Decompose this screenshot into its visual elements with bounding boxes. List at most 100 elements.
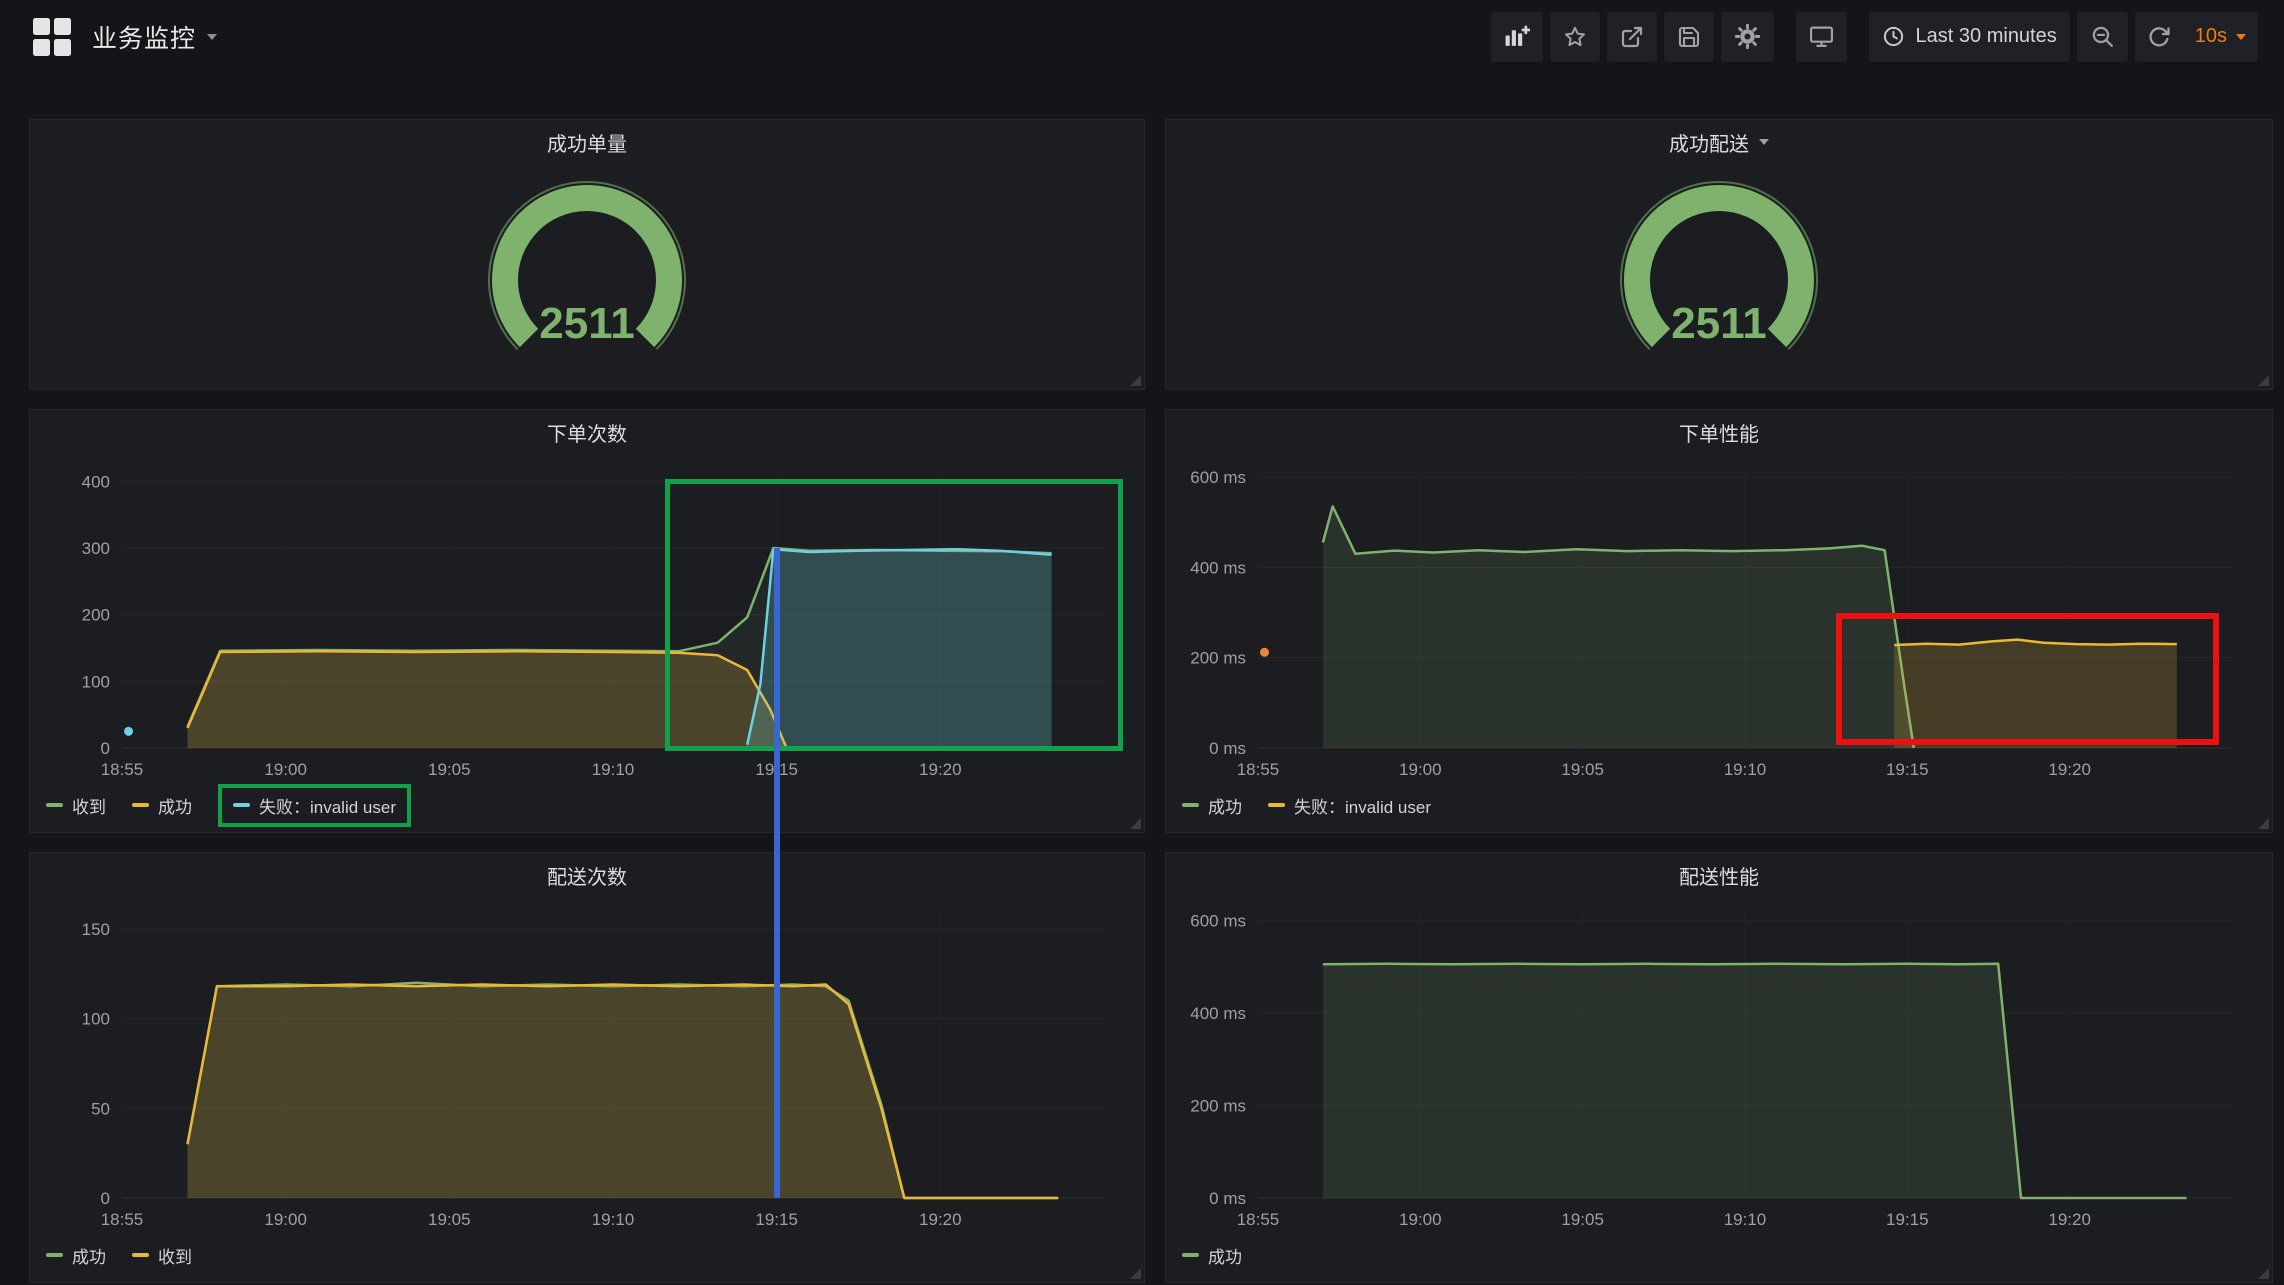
panel-resize-handle[interactable] (2258, 818, 2269, 829)
legend-label: 失败：invalid user (259, 793, 396, 818)
panel-resize-handle[interactable] (1130, 375, 1141, 386)
svg-text:19:15: 19:15 (755, 1210, 798, 1229)
svg-text:19:10: 19:10 (1724, 1210, 1767, 1229)
panel-orders-success-gauge: 成功单量 2511 (29, 119, 1145, 390)
svg-text:300: 300 (82, 539, 110, 558)
panel-resize-handle[interactable] (2258, 1268, 2269, 1279)
legend-item-annotated[interactable]: 失败：invalid user (218, 784, 411, 827)
svg-text:19:20: 19:20 (2048, 760, 2091, 779)
refresh-interval-dropdown[interactable]: 10s (2183, 12, 2258, 62)
share-button[interactable] (1607, 12, 1657, 62)
svg-text:400: 400 (82, 472, 110, 491)
delivery_success_gauge-gauge-canvas: 2511 (1584, 178, 1854, 368)
tv-mode-button[interactable] (1796, 12, 1847, 62)
orders_perf-chart-canvas[interactable]: 0 ms200 ms400 ms600 ms18:5519:0019:0519:… (1180, 454, 2258, 788)
chevron-down-icon (2236, 34, 2246, 40)
delivery-performance-chart[interactable]: 0 ms200 ms400 ms600 ms18:5519:0019:0519:… (1180, 897, 2258, 1238)
panel-orders-performance: 下单性能 0 ms200 ms400 ms600 ms18:5519:0019:… (1165, 409, 2273, 833)
legend-item[interactable]: 收到 (46, 793, 106, 818)
dashboard-title-dropdown[interactable]: 业务监控 (92, 19, 217, 55)
delivery_perf-chart-canvas[interactable]: 0 ms200 ms400 ms600 ms18:5519:0019:0519:… (1180, 897, 2258, 1238)
save-button[interactable] (1664, 12, 1714, 62)
clock-icon (1882, 25, 1905, 48)
grid-square (33, 39, 50, 56)
legend-swatch-icon (132, 803, 149, 807)
panel-resize-handle[interactable] (2258, 375, 2269, 386)
legend-item[interactable]: 成功 (132, 793, 192, 818)
top-navbar: 业务监控 (0, 0, 2284, 73)
refresh-button[interactable] (2135, 12, 2183, 62)
svg-text:19:10: 19:10 (1724, 760, 1767, 779)
panel-title: 配送次数 (547, 861, 627, 890)
svg-text:100: 100 (82, 1010, 110, 1029)
svg-text:19:15: 19:15 (755, 760, 798, 779)
apps-menu-button[interactable] (30, 15, 74, 59)
svg-text:200 ms: 200 ms (1190, 1096, 1246, 1115)
panel-resize-handle[interactable] (1130, 1268, 1141, 1279)
legend-item[interactable]: 成功 (1182, 793, 1242, 818)
legend-swatch-icon (46, 803, 63, 807)
svg-text:19:20: 19:20 (919, 760, 962, 779)
refresh-controls: 10s (2135, 12, 2258, 62)
legend-item[interactable]: 成功 (46, 1243, 106, 1268)
svg-text:150: 150 (82, 920, 110, 939)
star-icon (1563, 25, 1587, 49)
panel-header[interactable]: 配送次数 (30, 853, 1144, 897)
svg-text:19:05: 19:05 (428, 760, 471, 779)
legend-item[interactable]: 失败：invalid user (1268, 793, 1431, 818)
delivery-count-chart[interactable]: 05010015018:5519:0019:0519:1019:1519:20 (44, 897, 1130, 1238)
panel-title: 下单性能 (1679, 418, 1759, 447)
star-button[interactable] (1550, 12, 1600, 62)
panel-header[interactable]: 成功配送 (1166, 120, 2272, 164)
panel-title: 成功单量 (547, 128, 627, 157)
svg-text:19:00: 19:00 (264, 760, 307, 779)
svg-text:18:55: 18:55 (101, 1210, 144, 1229)
settings-button[interactable] (1721, 12, 1774, 62)
legend-label: 收到 (72, 793, 106, 818)
svg-text:2511: 2511 (1671, 299, 1766, 348)
svg-text:19:05: 19:05 (428, 1210, 471, 1229)
legend: 成功 失败：invalid user (1166, 788, 2272, 832)
delivery_count-chart-canvas[interactable]: 05010015018:5519:0019:0519:1019:1519:20 (44, 897, 1130, 1238)
legend-item[interactable]: 成功 (1182, 1243, 1242, 1268)
svg-text:400 ms: 400 ms (1190, 558, 1246, 577)
orders_count-chart-canvas[interactable]: 010020030040018:5519:0019:0519:1019:1519… (44, 454, 1130, 788)
svg-text:600 ms: 600 ms (1190, 468, 1246, 487)
svg-text:600 ms: 600 ms (1190, 911, 1246, 930)
panel-resize-handle[interactable] (1130, 818, 1141, 829)
legend-swatch-icon (1268, 803, 1285, 807)
legend: 成功 收到 (30, 1238, 1144, 1282)
svg-text:2511: 2511 (539, 299, 634, 348)
panel-header[interactable]: 下单次数 (30, 410, 1144, 454)
panel-menu-caret-icon (1759, 139, 1769, 145)
refresh-interval-label: 10s (2195, 25, 2227, 48)
legend: 收到 成功 失败：invalid user (30, 788, 1144, 832)
svg-text:19:10: 19:10 (592, 760, 635, 779)
svg-text:18:55: 18:55 (1237, 1210, 1280, 1229)
add-panel-icon (1504, 25, 1530, 48)
orders-count-chart[interactable]: 010020030040018:5519:0019:0519:1019:1519… (44, 454, 1130, 788)
zoom-out-button[interactable] (2077, 12, 2128, 62)
legend-item[interactable]: 收到 (132, 1243, 192, 1268)
panel-header[interactable]: 配送性能 (1166, 853, 2272, 897)
gear-icon (1734, 23, 1761, 50)
add-panel-button[interactable] (1491, 12, 1543, 62)
legend-label: 成功 (158, 793, 192, 818)
gauge: 2511 (30, 164, 1144, 389)
panel-header[interactable]: 成功单量 (30, 120, 1144, 164)
chevron-down-icon (207, 34, 217, 40)
dashboard-title: 业务监控 (92, 19, 196, 55)
panel-header[interactable]: 下单性能 (1166, 410, 2272, 454)
share-icon (1620, 25, 1644, 49)
svg-text:19:00: 19:00 (1399, 760, 1442, 779)
legend-label: 成功 (1208, 1243, 1242, 1268)
svg-text:19:05: 19:05 (1561, 760, 1604, 779)
legend: 成功 (1166, 1238, 2272, 1282)
legend-label: 成功 (1208, 793, 1242, 818)
grid-square (54, 18, 71, 35)
svg-text:0: 0 (101, 1189, 110, 1208)
time-range-button[interactable]: Last 30 minutes (1869, 12, 2070, 62)
panel-title: 配送性能 (1679, 861, 1759, 890)
orders-performance-chart[interactable]: 0 ms200 ms400 ms600 ms18:5519:0019:0519:… (1180, 454, 2258, 788)
grid-square (54, 39, 71, 56)
